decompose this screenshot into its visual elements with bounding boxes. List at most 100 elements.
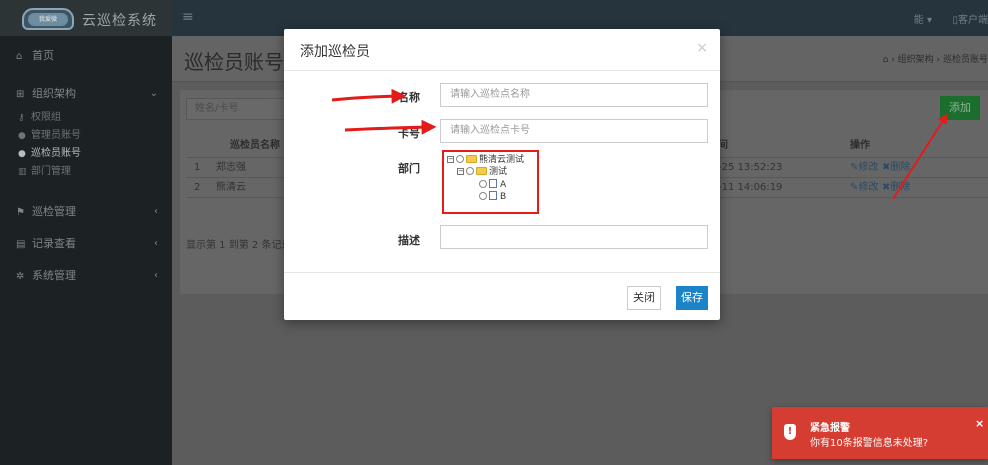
chevron-left-icon: ‹ [154,238,158,249]
alert-message[interactable]: 你有10条报警信息未处理? [810,434,928,449]
chevron-down-icon: ⌄ [149,88,158,99]
sidebar-item-label: 权限组 [31,112,61,123]
logo-badge: 我爱微 [28,13,68,26]
name-input[interactable]: 请输入巡检点名称 [440,83,708,107]
pagination-info: 显示第 1 到第 2 条记录 [186,240,292,251]
building-icon: ▥ [18,167,27,177]
collapse-icon[interactable]: − [447,156,454,163]
department-tree: − 熊清云测试 − 测试 A B [442,150,539,214]
card-label: 卡号 [398,127,420,140]
file-icon [489,191,497,200]
sidebar-item-label: 记录查看 [32,237,76,250]
home-icon: ⌂ [16,51,23,62]
tree-node-child[interactable]: − 测试 [457,167,507,178]
gear-icon: ✲ [16,271,25,282]
key-icon: ⚷ [18,113,25,123]
menu-icon[interactable]: ≡ [182,9,194,25]
sidebar-item-home[interactable]: ⌂ 首页 [0,44,172,68]
user-menu[interactable]: 能 ▾ [914,11,932,26]
sidebar-subitem-admin[interactable]: ● 管理员账号 [0,128,172,144]
close-icon[interactable]: × [696,40,708,56]
sidebar-item-inspection[interactable]: ⚑ 巡检管理 ‹ [0,200,172,224]
sidebar-subitem-department[interactable]: ▥ 部门管理 [0,164,172,180]
tree-node-leaf[interactable]: A [479,179,506,191]
delete-link[interactable]: ✖删除 [882,178,910,198]
row-index: 2 [194,182,201,193]
sidebar-item-records[interactable]: ▤ 记录查看 ‹ [0,232,172,256]
radio-icon[interactable] [456,155,464,163]
card-input[interactable]: 请输入巡检点卡号 [440,119,708,143]
delete-link[interactable]: ✖删除 [882,158,910,178]
description-input[interactable] [440,225,708,249]
delete-label: 删除 [890,162,911,173]
department-label: 部门 [398,162,420,175]
save-button[interactable]: 保存 [676,286,708,310]
breadcrumb-item: 巡检员账号 [942,55,988,65]
sidebar-item-organization[interactable]: ⊞ 组织架构 ⌄ [0,82,172,106]
close-icon[interactable]: × [975,417,984,430]
folder-icon [476,167,487,175]
edit-label: 修改 [858,182,879,193]
edit-label: 修改 [858,162,879,173]
route-icon: ⚑ [16,207,25,218]
edit-link[interactable]: ✎修改 [850,158,878,178]
sitemap-icon: ⊞ [16,89,25,100]
sidebar-item-label: 组织架构 [32,87,76,100]
row-index: 1 [194,162,201,173]
modal-header: 添加巡检员 × [284,29,720,71]
shield-icon: ! [784,424,796,440]
tree-node-root[interactable]: − 熊清云测试 [447,155,524,166]
modal-footer: 关闭 保存 [284,272,720,320]
sidebar-item-label: 管理员账号 [31,130,81,141]
modal-title: 添加巡检员 [300,44,370,60]
sidebar-item-label: 首页 [32,49,54,62]
sidebar-item-label: 巡检管理 [32,205,76,218]
column-header-name[interactable]: 巡检员名称 [230,134,280,158]
name-label: 名称 [398,91,420,104]
app-title: 云巡检系统 [82,13,157,29]
row-name: 熊清云 [216,182,246,193]
add-inspector-modal: 添加巡检员 × 名称 请输入巡检点名称 卡号 请输入巡检点卡号 部门 − 熊清云测… [284,29,720,320]
radio-icon[interactable] [466,167,474,175]
delete-label: 删除 [890,182,911,193]
chevron-left-icon: ‹ [154,206,158,217]
column-header-actions: 操作 [850,140,870,151]
search-input[interactable]: 姓名/卡号 [186,98,296,120]
tree-node-label: B [500,192,507,202]
cloud-logo-icon: 我爱微 [22,8,74,30]
chart-icon: ▤ [16,239,26,250]
client-link[interactable]: ▯客户端 [952,11,988,26]
file-icon [489,179,497,188]
sidebar-subitem-permission[interactable]: ⚷ 权限组 [0,110,172,126]
tree-node-label: 测试 [489,167,508,177]
row-time: -11 14:06:19 [718,182,783,193]
logo: 我爱微 云巡检系统 [0,0,172,36]
sidebar-item-label: 系统管理 [32,269,76,282]
tree-node-label: 熊清云测试 [479,155,525,165]
description-label: 描述 [398,234,420,247]
alert-toast: ! 紧急报警 你有10条报警信息未处理? × [772,407,988,459]
sidebar-item-system[interactable]: ✲ 系统管理 ‹ [0,264,172,288]
tree-node-leaf[interactable]: B [479,191,506,203]
user-icon: ● [18,149,26,159]
row-name: 郑志强 [216,162,246,173]
radio-icon[interactable] [479,192,487,200]
page-title: 巡检员账号 [184,50,284,74]
alert-title: 紧急报警 [810,423,850,434]
sidebar: 我爱微 云巡检系统 ⌂ 首页 ⊞ 组织架构 ⌄ ⚷ 权限组 ● 管理员账号 ● 巡检员账号… [0,0,172,465]
add-button[interactable]: 添加 [940,96,980,120]
chevron-left-icon: ‹ [154,270,158,281]
edit-link[interactable]: ✎修改 [850,178,878,198]
user-icon: ● [18,131,26,141]
collapse-icon[interactable]: − [457,168,464,175]
sidebar-subitem-inspector[interactable]: ● 巡检员账号 [0,146,172,162]
breadcrumb: ⌂ › 组织架构 › 巡检员账号 [883,52,988,65]
tree-node-label: A [500,180,507,190]
breadcrumb-item[interactable]: 组织架构 [898,55,934,65]
close-button[interactable]: 关闭 [627,286,661,310]
home-icon[interactable]: ⌂ [883,55,889,65]
folder-icon [466,155,477,163]
sidebar-item-label: 巡检员账号 [31,148,81,159]
row-time: -25 13:52:23 [718,162,783,173]
radio-icon[interactable] [479,180,487,188]
